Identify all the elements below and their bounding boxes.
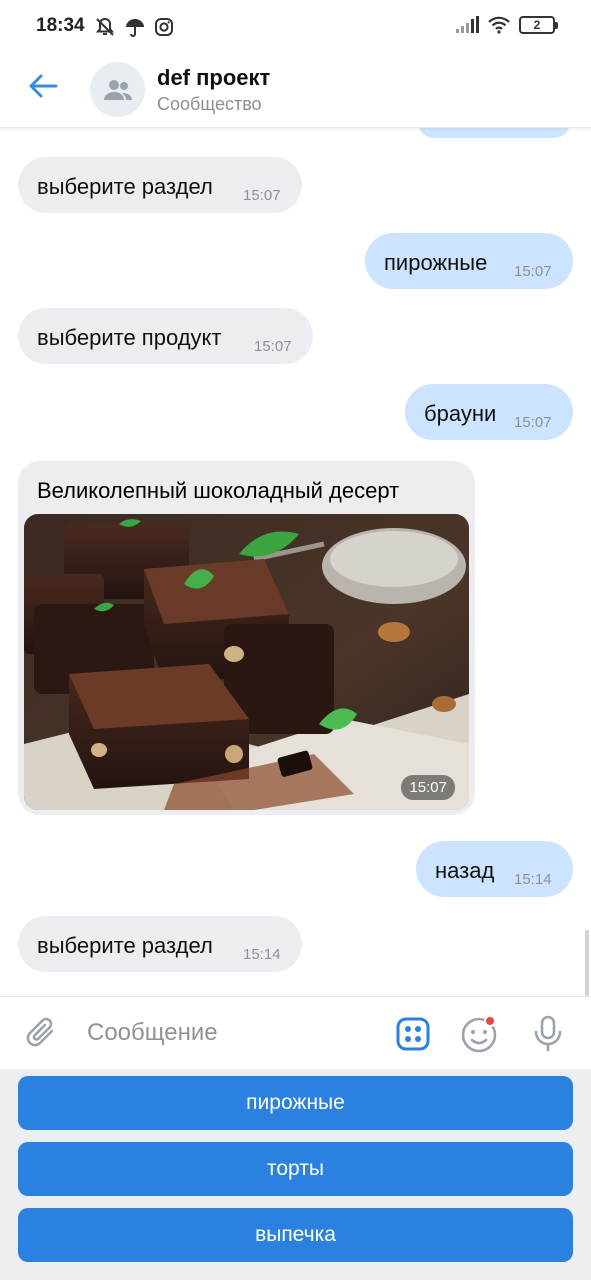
brownie-image [24,514,469,810]
message-bubble-partial [418,128,570,138]
signal-icon [456,16,479,33]
message-text: Великолепный шоколадный десерт [37,478,400,503]
mute-bell-icon [95,17,115,36]
message-time: 15:07 [514,414,552,431]
message-text: назад [435,858,495,883]
chat-subtitle: Сообщество [157,94,262,114]
bot-keyboard-button[interactable] [396,1017,430,1056]
back-arrow-icon [29,74,58,98]
chat-header: def проект Сообщество [0,56,591,128]
sticker-button[interactable] [460,1014,500,1059]
status-right-icons: 2 [455,15,558,35]
scrollbar[interactable] [585,930,589,996]
message-time: 15:07 [243,187,281,204]
message-bubble[interactable]: выберите раздел 15:14 [18,916,302,972]
message-text: брауни [424,401,497,426]
community-avatar-icon [103,79,132,100]
microphone-icon [534,1015,562,1052]
attach-button[interactable] [24,1015,60,1056]
bot-keyboard-icon [396,1017,430,1051]
wifi-icon [488,16,510,34]
message-bubble[interactable]: пирожные 15:07 [365,233,573,289]
message-list[interactable]: выберите раздел 15:07 пирожные 15:07 выб… [0,128,591,996]
voice-record-button[interactable] [530,1015,566,1058]
status-left-icons [94,16,174,38]
instagram-icon [155,18,173,36]
keyboard-button-pastries[interactable]: пирожные [18,1076,573,1130]
photo-time: 15:07 [401,775,455,800]
message-text: выберите продукт [37,325,222,350]
keyboard-button-baking[interactable]: выпечка [18,1208,573,1262]
umbrella-icon [126,19,144,37]
message-bubble[interactable]: назад 15:14 [416,841,573,897]
message-input[interactable]: Сообщение [87,1019,218,1047]
bot-keyboard: пирожные торты выпечка [0,1069,591,1280]
status-time: 18:34 [36,15,85,36]
attach-paperclip-icon [26,1017,54,1047]
keyboard-button-cakes[interactable]: торты [18,1142,573,1196]
message-time: 15:14 [514,871,552,888]
message-time: 15:07 [514,263,552,280]
message-bubble[interactable]: выберите раздел 15:07 [18,157,302,213]
battery-icon: 2 [519,16,558,34]
message-bubble[interactable]: брауни 15:07 [405,384,573,440]
chat-title[interactable]: def проект [157,65,270,91]
back-button[interactable] [24,70,64,102]
photo-message[interactable]: Великолепный шоколадный десерт 15:07 [18,461,475,815]
message-time: 15:14 [243,946,281,963]
message-text: выберите раздел [37,174,213,199]
message-text: пирожные [384,250,488,275]
message-time: 15:07 [254,338,292,355]
dessert-photo[interactable]: 15:07 [24,514,469,810]
battery-level: 2 [533,18,541,32]
sticker-smile-icon [461,1015,497,1053]
status-bar: 18:34 2 [0,0,591,56]
message-text: выберите раздел [37,933,213,958]
avatar[interactable] [90,62,145,117]
message-bubble[interactable]: выберите продукт 15:07 [18,308,313,364]
message-composer: Сообщение [0,996,591,1069]
